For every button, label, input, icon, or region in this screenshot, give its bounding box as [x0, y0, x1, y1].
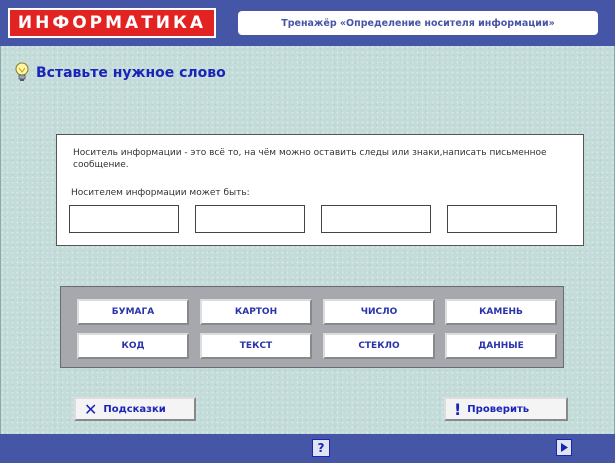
answer-slot-2[interactable] — [195, 205, 305, 233]
word-tile[interactable]: СТЕКЛО — [323, 333, 435, 359]
footer-bar — [0, 434, 615, 463]
next-button[interactable] — [556, 439, 572, 456]
word-tile[interactable]: КАРТОН — [200, 299, 312, 325]
answer-slot-3[interactable] — [321, 205, 431, 233]
hints-button[interactable]: ✕ Подсказки — [74, 397, 196, 421]
check-button[interactable]: ! Проверить — [444, 397, 568, 421]
trainer-title: Тренажёр «Определение носителя информаци… — [238, 11, 598, 35]
informatika-logo: ИНФОРМАТИКА — [8, 8, 216, 38]
answer-slot-1[interactable] — [69, 205, 179, 233]
lightbulb-icon — [15, 62, 29, 81]
help-button[interactable]: ? — [312, 439, 330, 457]
word-tile[interactable]: КАМЕНЬ — [445, 299, 557, 325]
word-tile[interactable]: ЧИСЛО — [323, 299, 435, 325]
word-tile[interactable]: ТЕКСТ — [200, 333, 312, 359]
exclamation-icon: ! — [454, 399, 462, 419]
task-heading: Вставьте нужное слово — [14, 62, 226, 84]
word-tile[interactable]: БУМАГА — [77, 299, 189, 325]
answer-slot-4[interactable] — [447, 205, 557, 233]
definition-text: Носитель информации - это всё то, на чём… — [73, 148, 547, 170]
task-title: Вставьте нужное слово — [36, 65, 226, 81]
answer-prompt: Носителем информации может быть: — [71, 188, 250, 198]
word-tile[interactable]: КОД — [77, 333, 189, 359]
word-tile[interactable]: ДАННЫЕ — [445, 333, 557, 359]
header-bar: ИНФОРМАТИКА Тренажёр «Определение носите… — [0, 0, 615, 46]
cross-icon: ✕ — [84, 399, 98, 419]
word-bank: БУМАГА КАРТОН ЧИСЛО КАМЕНЬ КОД ТЕКСТ СТЕ… — [60, 286, 564, 368]
play-arrow-icon — [561, 443, 568, 452]
question-panel: Носитель информации - это всё то, на чём… — [56, 134, 584, 246]
